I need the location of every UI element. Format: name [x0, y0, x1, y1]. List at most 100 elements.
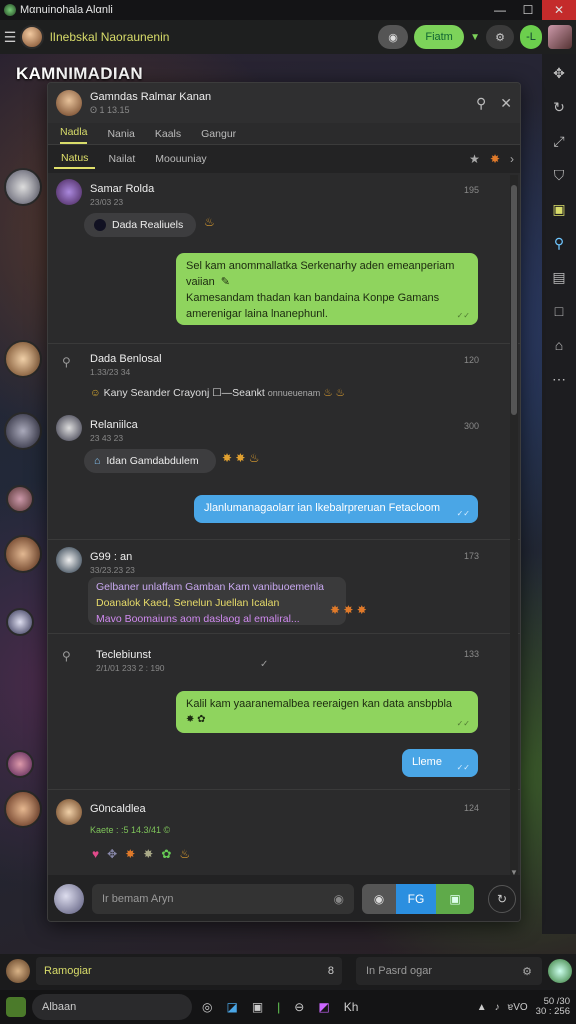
- window-title: Mαnuinohala Alαnli: [20, 4, 113, 16]
- avatar[interactable]: [6, 750, 34, 778]
- search-placeholder: In Pasrd ogar: [366, 965, 433, 977]
- app-label[interactable]: Kh: [344, 1000, 359, 1014]
- avatar[interactable]: [54, 884, 84, 914]
- home-icon: ⌂: [94, 455, 101, 467]
- avatar[interactable]: [6, 608, 34, 636]
- message-author: Samar Rolda: [90, 183, 155, 195]
- star-icon[interactable]: ★: [469, 152, 480, 166]
- avatar[interactable]: [56, 415, 82, 441]
- avatar[interactable]: [4, 535, 42, 573]
- message-text: Jlanlumanagaolarr ian lkebalrpreruan Fet…: [204, 502, 441, 514]
- app-icon[interactable]: ◩: [318, 1000, 329, 1014]
- send-icon[interactable]: ↻: [488, 885, 516, 913]
- image-icon[interactable]: ▤: [542, 260, 576, 294]
- taskbar-search[interactable]: Albaan: [32, 994, 192, 1020]
- outgoing-message[interactable]: Jlanlumanagaolarr ian lkebalrpreruan Fet…: [194, 495, 478, 523]
- avatar[interactable]: [4, 412, 42, 450]
- app-icon[interactable]: ▣: [252, 1000, 263, 1014]
- taskbar-search-text: Albaan: [42, 1001, 77, 1013]
- outgoing-message[interactable]: Sel kam anommallatka Serkenarhy aden eme…: [176, 253, 478, 325]
- tab-moouuniay[interactable]: Moouuniay: [148, 150, 213, 168]
- tab-nailat[interactable]: Nailat: [101, 150, 142, 168]
- menu-icon[interactable]: ☰: [0, 29, 20, 46]
- scrollbar-thumb[interactable]: [511, 185, 517, 415]
- tab-kaals[interactable]: Kaals: [155, 128, 181, 144]
- tab-nadla[interactable]: Nadla: [60, 126, 88, 144]
- avatar[interactable]: [4, 168, 42, 206]
- message-time: 120: [464, 355, 480, 365]
- message-author: G0ncaldlea: [90, 803, 146, 815]
- reaction-chip[interactable]: Dada Realiuels: [84, 213, 196, 237]
- shield-icon[interactable]: ⛉: [542, 158, 576, 192]
- search-icon[interactable]: ⚲: [476, 95, 486, 112]
- divider: [48, 633, 520, 634]
- outgoing-message[interactable]: Kalil kam yaaranemalbea reeraigen kan da…: [176, 691, 478, 733]
- avatar[interactable]: [56, 547, 82, 573]
- reaction-row[interactable]: ♥✥✸✸✿♨: [92, 847, 198, 861]
- maximize-icon[interactable]: ☐: [514, 0, 542, 20]
- chevron-up-icon[interactable]: ▲: [477, 1002, 487, 1013]
- message-meta: Kaete : :5 14.3/41 ©: [90, 825, 171, 835]
- circle-icon[interactable]: ◎: [202, 1000, 212, 1014]
- outgoing-message[interactable]: Lleme ✓✓: [402, 749, 478, 777]
- expand-icon[interactable]: ⤢: [542, 124, 576, 158]
- incoming-message[interactable]: Gelbaner unlaffam Gamban Kam vanibuoemen…: [88, 577, 346, 625]
- message-input[interactable]: Ir bemam Aryn ◉: [92, 884, 354, 914]
- avatar[interactable]: [4, 790, 42, 828]
- tab-nania[interactable]: Nania: [107, 128, 134, 144]
- image-button[interactable]: ▣: [436, 884, 474, 914]
- speaker-icon[interactable]: ♪: [495, 1002, 500, 1013]
- app-icon[interactable]: ◪: [226, 1000, 237, 1014]
- message-author: Dada Benlosal: [90, 353, 162, 365]
- more-icon[interactable]: ⋯: [542, 362, 576, 396]
- square-icon[interactable]: □: [542, 294, 576, 328]
- format-button[interactable]: FG: [396, 884, 436, 914]
- scrollbar[interactable]: ▼: [510, 175, 518, 877]
- clock-icon[interactable]: ⊖: [294, 1000, 304, 1014]
- puzzle-icon[interactable]: ✥: [542, 56, 576, 90]
- camera-button[interactable]: ◉: [362, 884, 396, 914]
- sticker-icon: ✸ ✸ ♨: [222, 451, 260, 465]
- window-titlebar: Mαnuinohala Alαnli — ☐ ✕: [0, 0, 576, 20]
- refresh-icon[interactable]: ↻: [542, 90, 576, 124]
- search-input[interactable]: In Pasrd ogar ⚙: [356, 957, 542, 985]
- primary-tabs: Nadla Nania Kaals Gangur: [48, 123, 520, 145]
- avatar[interactable]: [56, 179, 82, 205]
- add-button[interactable]: -L: [520, 25, 542, 49]
- message-text: Gelbaner unlaffam Gamban Kam vanibuoemen…: [96, 581, 325, 593]
- avatar[interactable]: [4, 340, 42, 378]
- avatar[interactable]: [56, 90, 82, 116]
- app-icon[interactable]: |: [277, 1000, 280, 1014]
- folder-icon[interactable]: ⌂: [542, 328, 576, 362]
- camera-icon[interactable]: ◉: [334, 892, 344, 906]
- status-text: Ramogiar: [44, 965, 92, 977]
- avatar[interactable]: [56, 799, 82, 825]
- reaction-chip[interactable]: ⌂ Idan Gamdabdulem: [84, 449, 216, 473]
- camera-button[interactable]: ◉: [378, 25, 409, 49]
- start-icon[interactable]: [6, 997, 26, 1017]
- avatar[interactable]: [6, 485, 34, 513]
- close-icon[interactable]: ✕: [500, 95, 512, 112]
- close-icon[interactable]: ✕: [542, 0, 576, 20]
- chevron-down-icon[interactable]: ▼: [470, 32, 480, 43]
- chevron-right-icon[interactable]: ›: [510, 152, 514, 166]
- profile-avatar[interactable]: [548, 25, 572, 49]
- page-title: KAMNIMADIAN: [16, 64, 144, 83]
- tab-gangur[interactable]: Gangur: [201, 128, 236, 144]
- avatar[interactable]: [6, 959, 30, 983]
- screen-icon[interactable]: ▣: [542, 192, 576, 226]
- minimize-icon[interactable]: —: [486, 0, 514, 20]
- green-action-button[interactable]: Fiatm: [414, 25, 465, 49]
- tab-natus[interactable]: Natus: [54, 149, 96, 169]
- sticker-icon[interactable]: ✸: [490, 152, 500, 166]
- settings-button[interactable]: ⚙: [486, 25, 514, 49]
- avatar[interactable]: [20, 25, 44, 49]
- gear-icon[interactable]: ⚙: [522, 965, 532, 978]
- flame-icon: ♨: [204, 215, 215, 229]
- app-topbar: ☰ lInebskal Naoraunenin ◉ Fiatm ▼ ⚙ -L: [0, 20, 576, 54]
- pin-icon[interactable]: ⚲: [542, 226, 576, 260]
- status-field[interactable]: Ramogiar 8: [36, 957, 342, 985]
- sticker-icon: ✸: [125, 847, 144, 861]
- avatar[interactable]: [548, 959, 572, 983]
- emoji-icon: ☺: [90, 387, 101, 399]
